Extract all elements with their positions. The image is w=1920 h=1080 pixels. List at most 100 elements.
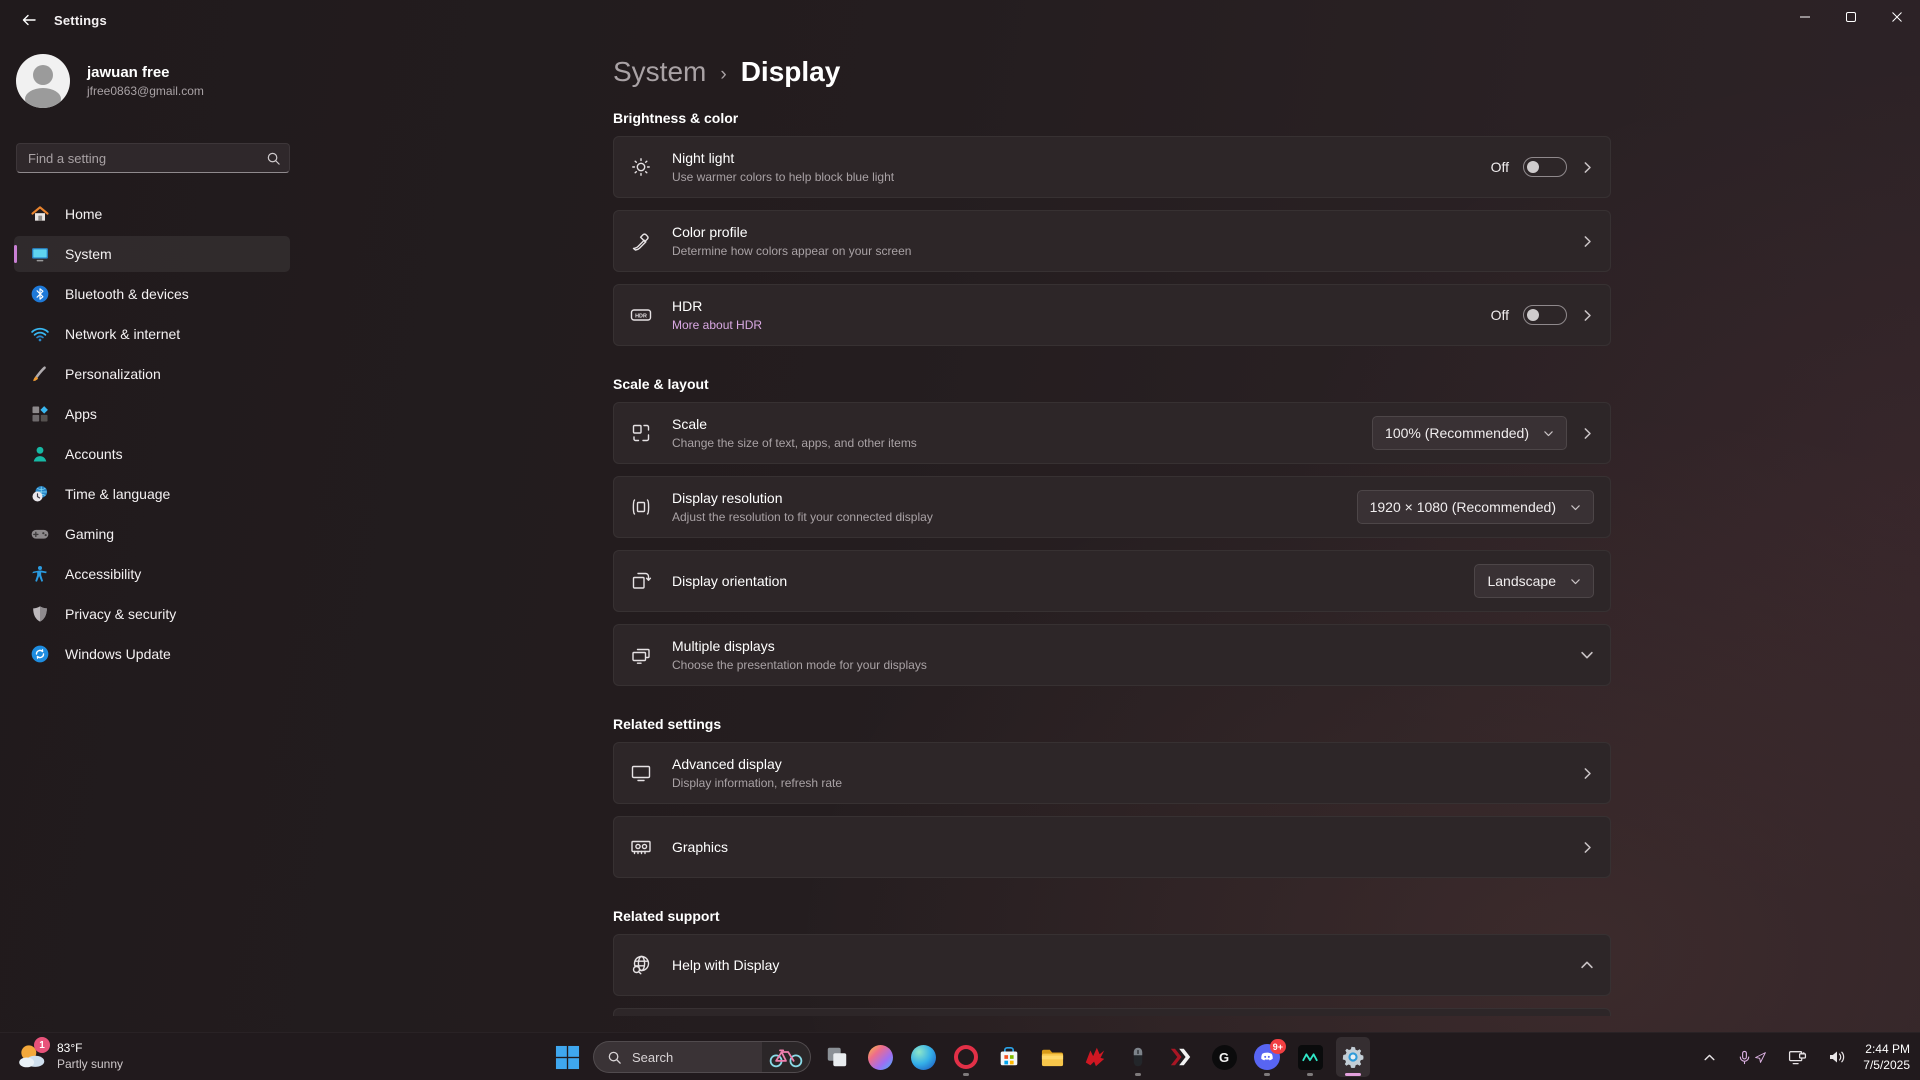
display-connect-icon bbox=[1788, 1049, 1807, 1066]
advanced-display-icon bbox=[628, 761, 654, 785]
color-profile-icon bbox=[628, 229, 654, 253]
next-card-partial bbox=[613, 1008, 1611, 1016]
display-resolution-row[interactable]: Display resolution Adjust the resolution… bbox=[613, 476, 1611, 538]
sidebar-item-apps[interactable]: Apps bbox=[14, 396, 290, 432]
sidebar-item-gaming[interactable]: Gaming bbox=[14, 516, 290, 552]
svg-text:HDR: HDR bbox=[635, 314, 647, 320]
close-button[interactable] bbox=[1874, 0, 1920, 33]
discord-button[interactable]: 9+ bbox=[1250, 1037, 1284, 1077]
start-button[interactable] bbox=[550, 1037, 584, 1077]
breadcrumb: System › Display bbox=[613, 56, 1611, 88]
chevron-down-icon bbox=[1570, 576, 1581, 587]
taskbar-search[interactable]: Search bbox=[593, 1041, 811, 1073]
sidebar-item-bluetooth-devices[interactable]: Bluetooth & devices bbox=[14, 276, 290, 312]
more-about-hdr-link[interactable]: More about HDR bbox=[672, 318, 762, 332]
tray-date: 7/5/2025 bbox=[1863, 1057, 1910, 1073]
app-title: Settings bbox=[54, 13, 107, 28]
logitech-g-button[interactable]: G bbox=[1207, 1037, 1241, 1077]
multiple-displays-icon bbox=[628, 643, 654, 667]
weather-widget[interactable]: 1 83°F Partly sunny bbox=[10, 1038, 129, 1074]
section-heading-related-settings: Related settings bbox=[613, 716, 1611, 732]
advanced-display-row[interactable]: Advanced display Display information, re… bbox=[613, 742, 1611, 804]
sidebar-item-system[interactable]: System bbox=[14, 236, 290, 272]
display-orientation-icon bbox=[628, 569, 654, 593]
task-view-button[interactable] bbox=[820, 1037, 854, 1077]
multiple-displays-row[interactable]: Multiple displays Choose the presentatio… bbox=[613, 624, 1611, 686]
task-view-icon bbox=[825, 1045, 849, 1069]
edge-button[interactable] bbox=[906, 1037, 940, 1077]
taskbar: 1 83°F Partly sunny Search bbox=[0, 1032, 1920, 1080]
clock[interactable]: 2:44 PM 7/5/2025 bbox=[1863, 1041, 1910, 1073]
main-pane: System › Display Brightness & color Nigh… bbox=[304, 40, 1920, 1032]
title-bar: Settings bbox=[0, 0, 1920, 40]
file-explorer-button[interactable] bbox=[1035, 1037, 1069, 1077]
help-with-display-row[interactable]: Help with Display bbox=[613, 934, 1611, 996]
gaming-mouse-button[interactable] bbox=[1121, 1037, 1155, 1077]
breadcrumb-system[interactable]: System bbox=[613, 56, 706, 88]
chevron-right-icon bbox=[1581, 767, 1594, 780]
clock-globe-icon bbox=[30, 484, 50, 504]
sidebar: jawuan free jfree0863@gmail.com Home Sys… bbox=[0, 40, 304, 1032]
wave-app-button[interactable] bbox=[1293, 1037, 1327, 1077]
x-app-button[interactable] bbox=[1164, 1037, 1198, 1077]
copilot-button[interactable] bbox=[863, 1037, 897, 1077]
display-resolution-dropdown[interactable]: 1920 × 1080 (Recommended) bbox=[1357, 490, 1594, 524]
settings-gear-icon bbox=[1341, 1045, 1365, 1069]
microsoft-store-button[interactable] bbox=[992, 1037, 1026, 1077]
hdr-icon: HDR bbox=[628, 303, 654, 327]
hidden-icons-button[interactable] bbox=[1699, 1047, 1720, 1068]
system-tray: 2:44 PM 7/5/2025 bbox=[1699, 1033, 1910, 1080]
microphone-in-use-button[interactable] bbox=[1733, 1046, 1771, 1069]
scale-row[interactable]: Scale Change the size of text, apps, and… bbox=[613, 402, 1611, 464]
display-orientation-row[interactable]: Display orientation Landscape bbox=[613, 550, 1611, 612]
sidebar-item-privacy-security[interactable]: Privacy & security bbox=[14, 596, 290, 632]
night-light-toggle-label: Off bbox=[1491, 159, 1509, 175]
settings-search[interactable] bbox=[16, 143, 290, 173]
gaming-mouse-icon bbox=[1127, 1046, 1149, 1068]
window-controls bbox=[1782, 0, 1920, 33]
active-app-indicator bbox=[1345, 1073, 1361, 1076]
chevron-down-icon bbox=[1570, 502, 1581, 513]
x-app-icon bbox=[1169, 1045, 1193, 1069]
microphone-icon bbox=[1737, 1050, 1752, 1065]
volume-button[interactable] bbox=[1824, 1045, 1850, 1069]
chevron-down-icon bbox=[1580, 648, 1594, 662]
scale-dropdown[interactable]: 100% (Recommended) bbox=[1372, 416, 1567, 450]
sidebar-item-personalization[interactable]: Personalization bbox=[14, 356, 290, 392]
sidebar-item-accessibility[interactable]: Accessibility bbox=[14, 556, 290, 592]
chevron-up-icon bbox=[1580, 958, 1594, 972]
minimize-button[interactable] bbox=[1782, 0, 1828, 33]
sidebar-item-time-language[interactable]: Time & language bbox=[14, 476, 290, 512]
graphics-row[interactable]: Graphics bbox=[613, 816, 1611, 878]
sidebar-item-home[interactable]: Home bbox=[14, 196, 290, 232]
settings-window: Settings jawuan free jfree0863@gmail.com… bbox=[0, 0, 1920, 1080]
system-icon bbox=[30, 244, 50, 264]
display-orientation-dropdown[interactable]: Landscape bbox=[1474, 564, 1594, 598]
selected-accent-bar bbox=[14, 245, 17, 263]
settings-taskbar-button[interactable] bbox=[1336, 1037, 1370, 1077]
profile-email: jfree0863@gmail.com bbox=[87, 84, 204, 98]
chevron-down-icon bbox=[1543, 428, 1554, 439]
redragon-button[interactable] bbox=[1078, 1037, 1112, 1077]
chevron-right-icon bbox=[1581, 235, 1594, 248]
sidebar-item-network-internet[interactable]: Network & internet bbox=[14, 316, 290, 352]
maximize-button[interactable] bbox=[1828, 0, 1874, 33]
file-explorer-icon bbox=[1040, 1045, 1065, 1070]
night-light-row[interactable]: Night light Use warmer colors to help bl… bbox=[613, 136, 1611, 198]
weather-temp: 83°F bbox=[57, 1041, 123, 1055]
logitech-g-icon: G bbox=[1212, 1045, 1237, 1070]
color-profile-row[interactable]: Color profile Determine how colors appea… bbox=[613, 210, 1611, 272]
search-icon bbox=[607, 1050, 622, 1065]
section-heading-brightness-color: Brightness & color bbox=[613, 110, 1611, 126]
sidebar-item-accounts[interactable]: Accounts bbox=[14, 436, 290, 472]
opera-button[interactable] bbox=[949, 1037, 983, 1077]
sidebar-nav: Home System Bluetooth & devices Network … bbox=[0, 196, 304, 676]
night-light-toggle[interactable] bbox=[1523, 157, 1567, 177]
network-display-button[interactable] bbox=[1784, 1045, 1811, 1070]
hdr-toggle[interactable] bbox=[1523, 305, 1567, 325]
search-input[interactable] bbox=[28, 151, 266, 166]
sidebar-item-windows-update[interactable]: Windows Update bbox=[14, 636, 290, 672]
hdr-row[interactable]: HDR HDR More about HDR Off bbox=[613, 284, 1611, 346]
account-profile[interactable]: jawuan free jfree0863@gmail.com bbox=[16, 54, 204, 108]
back-button[interactable] bbox=[12, 7, 46, 33]
